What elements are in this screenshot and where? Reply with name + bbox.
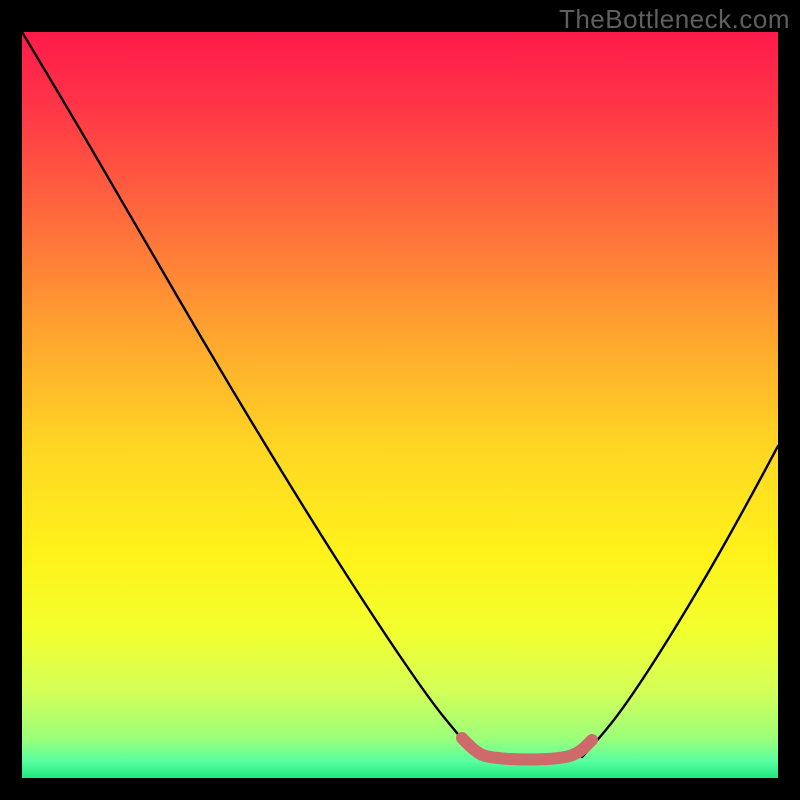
watermark-text: TheBottleneck.com (559, 4, 790, 35)
plot-background (22, 32, 778, 780)
chart-frame: { "watermark": "TheBottleneck.com", "plo… (0, 0, 800, 800)
chart-svg (0, 0, 800, 800)
bottom-border (0, 778, 800, 800)
